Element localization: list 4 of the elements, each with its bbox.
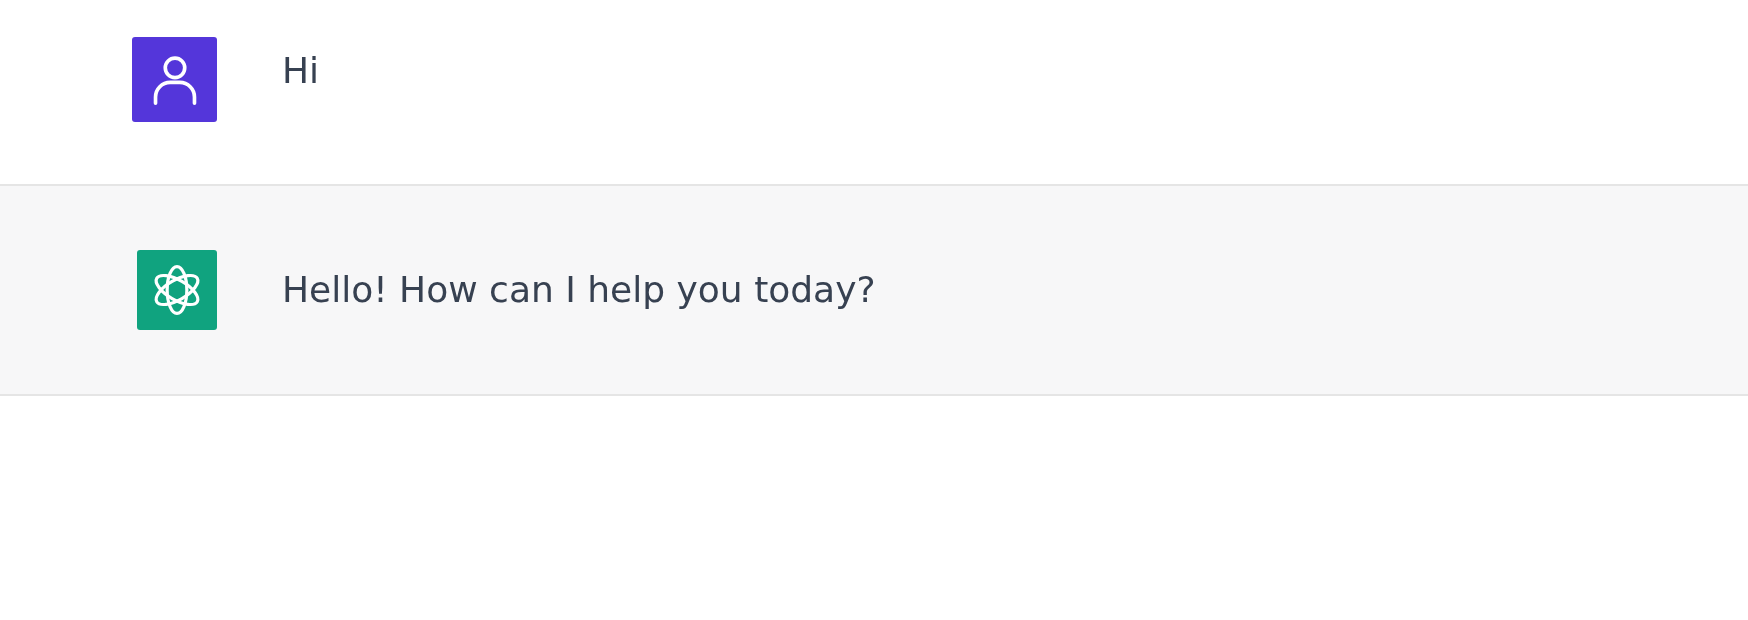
message-text: Hi (282, 49, 320, 93)
user-avatar-icon (132, 37, 217, 122)
message-text: Hello! How can I help you today? (282, 268, 876, 312)
bot-avatar-icon (137, 250, 217, 330)
